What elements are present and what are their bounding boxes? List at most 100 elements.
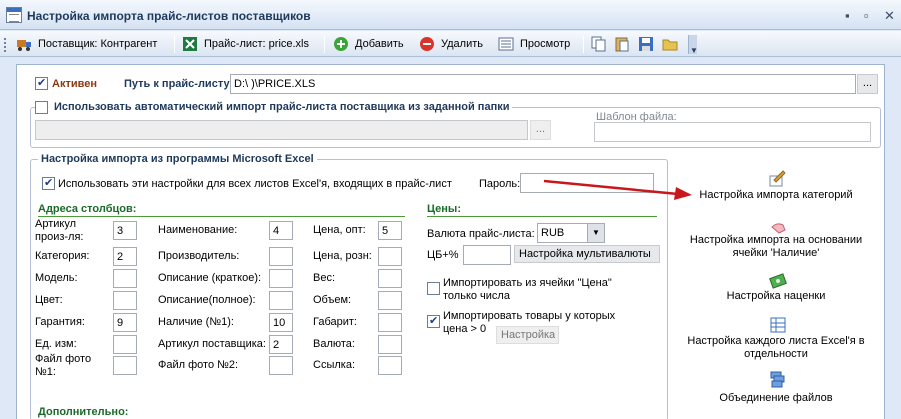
prices-title: Цены:: [427, 203, 461, 215]
column-field-input[interactable]: [269, 247, 293, 266]
import-cell-label: Импортировать из ячейки "Цена" только чи…: [443, 277, 612, 302]
active-checkbox-wrap[interactable]: [35, 76, 48, 93]
supplier-button[interactable]: Поставщик: Контрагент: [16, 36, 157, 52]
title-bar: Настройка импорта прайс-листов поставщик…: [0, 0, 901, 30]
column-field-input[interactable]: [378, 356, 402, 375]
column-field-input[interactable]: 10: [269, 313, 293, 332]
delete-icon: [419, 36, 435, 52]
active-label: Активен: [52, 78, 97, 90]
auto-folder-browse-button[interactable]: ...: [530, 120, 551, 140]
column-field-label: Модель:: [35, 272, 78, 284]
column-field-input[interactable]: [113, 356, 137, 375]
column-field-label: Цена, опт:: [313, 224, 366, 236]
column-field-input[interactable]: 3: [113, 221, 137, 240]
currency-select[interactable]: RUB ▼: [537, 223, 605, 243]
supplier-label: Поставщик: Контрагент: [38, 38, 158, 50]
column-field-label: Артикул произ-ля:: [35, 217, 84, 243]
sheets-icon[interactable]: [769, 316, 787, 337]
import-positive-checkbox[interactable]: [427, 314, 440, 328]
column-field-label: Файл фото №1:: [35, 352, 92, 378]
view-label: Просмотр: [520, 38, 571, 50]
toolbar-separator: [324, 36, 325, 53]
delete-button[interactable]: Удалить: [419, 36, 483, 52]
column-field-input[interactable]: [378, 269, 402, 288]
import-cell-checkbox[interactable]: [427, 282, 440, 295]
active-checkbox[interactable]: [35, 76, 48, 90]
auto-folder-input: [35, 120, 528, 140]
use-all-sheets-checkbox-wrap[interactable]: [42, 176, 55, 193]
toolbar-grip[interactable]: [4, 38, 7, 52]
paste-icon: [614, 36, 630, 52]
price-settings-button[interactable]: Настройка: [496, 326, 559, 344]
view-icon: [498, 36, 514, 52]
column-field-input[interactable]: [113, 335, 137, 354]
chevron-down-icon[interactable]: ▼: [587, 224, 604, 242]
minimize-icon[interactable]: ▪: [845, 8, 850, 23]
excel-icon: [182, 36, 198, 52]
prices-divider: [427, 216, 657, 217]
truck-icon: [16, 36, 32, 52]
column-field-label: Категория:: [35, 250, 90, 262]
cb-input[interactable]: [463, 245, 511, 265]
column-field-input[interactable]: [269, 291, 293, 310]
path-label: Путь к прайс-листу:: [124, 78, 234, 90]
column-field-label: Вес:: [313, 272, 336, 284]
currency-label: Валюта прайс-листа:: [427, 228, 535, 240]
folder-icon: [662, 36, 678, 52]
link-each-sheet[interactable]: Настройка каждого листа Excel'я в отдель…: [682, 335, 870, 361]
category-edit-icon[interactable]: [768, 170, 786, 191]
use-all-sheets-label: Использовать эти настройки для всех лист…: [58, 178, 452, 190]
column-field-input[interactable]: [269, 269, 293, 288]
column-field-input[interactable]: [269, 356, 293, 375]
red-arrow-icon: [543, 179, 692, 200]
link-category-import[interactable]: Настройка импорта категорий: [682, 189, 870, 201]
link-availability-import[interactable]: Настройка импорта на основании ячейки 'Н…: [682, 234, 870, 260]
password-label: Пароль:: [479, 178, 521, 190]
view-button[interactable]: Просмотр: [498, 36, 570, 52]
column-field-input[interactable]: 2: [113, 247, 137, 266]
save-icon: [638, 36, 654, 52]
open-folder-button[interactable]: [662, 36, 684, 52]
column-field-label: Артикул поставщика:: [158, 338, 266, 350]
import-positive-checkbox-wrap[interactable]: [427, 314, 440, 331]
delete-label: Удалить: [441, 38, 483, 50]
column-field-input[interactable]: [378, 291, 402, 310]
column-field-input[interactable]: 4: [269, 221, 293, 240]
restore-icon[interactable]: ▫: [864, 8, 869, 23]
window-title: Настройка импорта прайс-листов поставщик…: [27, 9, 311, 23]
save-button[interactable]: [638, 36, 660, 52]
pricelist-label: Прайс-лист: price.xls: [204, 38, 310, 50]
toolbar-separator: [583, 36, 584, 53]
currency-value: RUB: [541, 227, 565, 239]
add-button[interactable]: Добавить: [333, 36, 404, 52]
column-field-input[interactable]: 5: [378, 221, 402, 240]
column-field-label: Производитель:: [158, 250, 240, 262]
column-field-input[interactable]: [378, 247, 402, 266]
column-field-input[interactable]: [113, 291, 137, 310]
column-field-input[interactable]: [378, 335, 402, 354]
column-field-input[interactable]: 9: [113, 313, 137, 332]
link-merge-files[interactable]: Объединение файлов: [682, 392, 870, 404]
column-field-input[interactable]: [113, 269, 137, 288]
paste-button[interactable]: [614, 36, 636, 52]
path-browse-button[interactable]: ...: [857, 74, 878, 94]
column-field-label: Цвет:: [35, 294, 63, 306]
column-field-input[interactable]: [378, 313, 402, 332]
pricelist-button[interactable]: Прайс-лист: price.xls: [182, 36, 309, 52]
multicurrency-button[interactable]: Настройка мультивалюты: [514, 245, 660, 263]
link-markup[interactable]: Настройка наценки: [682, 290, 870, 302]
close-icon[interactable]: ✕: [884, 8, 895, 24]
auto-import-checkbox[interactable]: [35, 101, 48, 114]
toolbar-overflow-button[interactable]: ▼: [688, 35, 698, 55]
template-input[interactable]: [594, 122, 871, 142]
path-input[interactable]: D:\ )\PRICE.XLS: [230, 74, 856, 94]
import-cell-checkbox-wrap[interactable]: [427, 282, 440, 298]
use-all-sheets-checkbox[interactable]: [42, 176, 55, 190]
column-field-label: Файл фото №2:: [158, 359, 239, 371]
cb-label: ЦБ+%: [427, 249, 459, 261]
copy-button[interactable]: [591, 36, 613, 52]
column-field-input[interactable]: 2: [269, 335, 293, 354]
auto-import-checkbox-wrap[interactable]: [35, 101, 51, 117]
column-field-label: Описание(полное):: [158, 294, 256, 306]
merge-files-icon[interactable]: [769, 370, 787, 391]
